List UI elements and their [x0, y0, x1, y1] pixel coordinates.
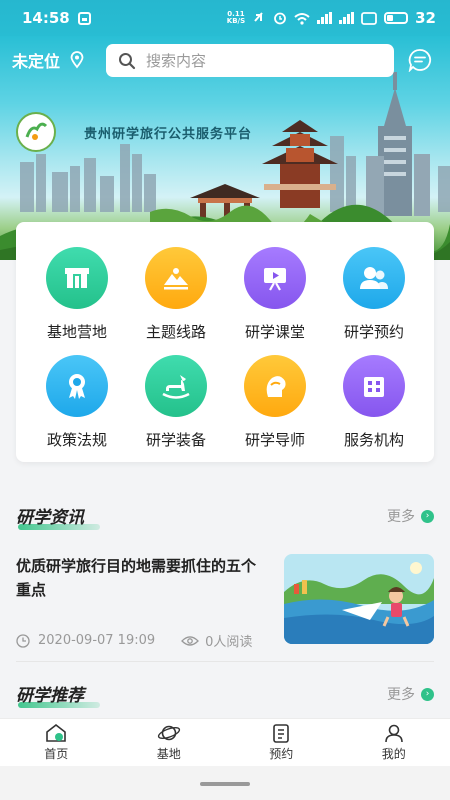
- grid-item-label: 研学导师: [244, 431, 305, 449]
- users-icon: [343, 247, 405, 309]
- grid-item-label: 研学课堂: [244, 323, 305, 341]
- news-thumbnail: [284, 554, 434, 644]
- location-pin-icon: [70, 51, 84, 69]
- planet-icon: [157, 725, 180, 741]
- nfc-icon: [361, 11, 378, 25]
- mute-icon: [254, 12, 263, 22]
- alarm-icon: [274, 12, 287, 25]
- grid-item-label: 主题线路: [145, 323, 206, 341]
- platform-logo: [16, 112, 56, 152]
- message-icon[interactable]: [408, 48, 432, 72]
- rocking-horse-icon: [145, 355, 207, 417]
- grid-item-base-camp[interactable]: 基地营地: [27, 247, 127, 342]
- tab-booking[interactable]: 预约: [225, 719, 338, 766]
- news-date: 2020-09-07 19:09: [38, 633, 156, 648]
- recommend-section-title: 研学推荐: [16, 681, 100, 708]
- teacher-head-icon: [244, 355, 306, 417]
- location-label: 未定位: [12, 52, 61, 71]
- battery-icon: [384, 12, 409, 24]
- platform-logo-icon: [25, 122, 48, 140]
- news-section-title: 研学资讯: [16, 503, 100, 530]
- eye-icon: [181, 635, 200, 646]
- signal-icon-2: [339, 12, 355, 24]
- divider: [16, 661, 434, 662]
- grid-item-equipment[interactable]: 研学装备: [126, 355, 226, 450]
- presentation-board-icon: [244, 247, 306, 309]
- tab-profile[interactable]: 我的: [338, 719, 450, 766]
- grid-item-policy[interactable]: 政策法规: [27, 355, 127, 450]
- notification-icon: [77, 11, 91, 25]
- news-reads: 0人阅读: [205, 635, 253, 650]
- news-more-link[interactable]: 更多 ›: [387, 506, 434, 526]
- location-selector[interactable]: 未定位: [12, 48, 86, 72]
- grid-item-label: 研学预约: [343, 323, 404, 341]
- battery-percent: 32: [415, 9, 436, 27]
- platform-title: 贵州研学旅行公共服务平台: [84, 126, 253, 142]
- chevron-right-icon: ›: [421, 509, 434, 523]
- system-nav-bar: [0, 766, 450, 800]
- mountain-icon: [145, 247, 207, 309]
- bottom-tab-bar: 首页 基地 预约 我的: [0, 718, 450, 766]
- grid-item-theme-route[interactable]: 主题线路: [126, 247, 226, 342]
- home-icon: [46, 723, 67, 742]
- tab-home[interactable]: 首页: [0, 719, 113, 766]
- user-icon: [384, 724, 403, 743]
- search-icon: [119, 52, 136, 69]
- status-time: 14:58: [22, 9, 70, 27]
- building-icon: [343, 355, 405, 417]
- grid-item-mentor[interactable]: 研学导师: [225, 355, 325, 450]
- tab-base[interactable]: 基地: [113, 719, 226, 766]
- award-ribbon-icon: [46, 355, 108, 417]
- recommend-more-link[interactable]: 更多 ›: [387, 684, 434, 704]
- news-headline: 优质研学旅行目的地需要抓住的五个重点: [16, 557, 257, 599]
- search-placeholder: 搜索内容: [146, 52, 207, 70]
- grid-item-agency[interactable]: 服务机构: [324, 355, 424, 450]
- status-right: 0.11 KB/S 32: [227, 9, 436, 27]
- top-bar: 未定位 搜索内容: [0, 42, 450, 78]
- home-gesture-pill[interactable]: [200, 782, 250, 786]
- grid-item-label: 研学装备: [145, 431, 206, 449]
- function-grid: 基地营地 主题线路 研学课堂 研学预约 政策法规 研学装备 研学导师 服务机构: [16, 222, 434, 462]
- search-bar[interactable]: 搜索内容: [106, 44, 394, 77]
- clipboard-icon: [273, 724, 290, 743]
- chevron-right-icon: ›: [421, 687, 434, 701]
- wifi-icon: [294, 12, 310, 25]
- news-item[interactable]: 优质研学旅行目的地需要抓住的五个重点 2020-09-07 19:09 0人阅读: [0, 548, 450, 660]
- signal-icon: [317, 12, 333, 24]
- net-speed: 0.11 KB/S: [226, 10, 246, 25]
- arch-gate-icon: [46, 247, 108, 309]
- grid-item-booking[interactable]: 研学预约: [324, 247, 424, 342]
- clock-icon: [16, 633, 30, 648]
- grid-item-label: 基地营地: [46, 323, 107, 341]
- platform-brand: 贵州研学旅行公共服务平台: [16, 112, 252, 152]
- news-meta: 2020-09-07 19:09 0人阅读: [16, 631, 252, 650]
- grid-item-label: 服务机构: [343, 431, 404, 449]
- grid-item-label: 政策法规: [46, 431, 107, 449]
- grid-item-classroom[interactable]: 研学课堂: [225, 247, 325, 342]
- status-bar: 14:58 0.11 KB/S 32: [0, 0, 450, 36]
